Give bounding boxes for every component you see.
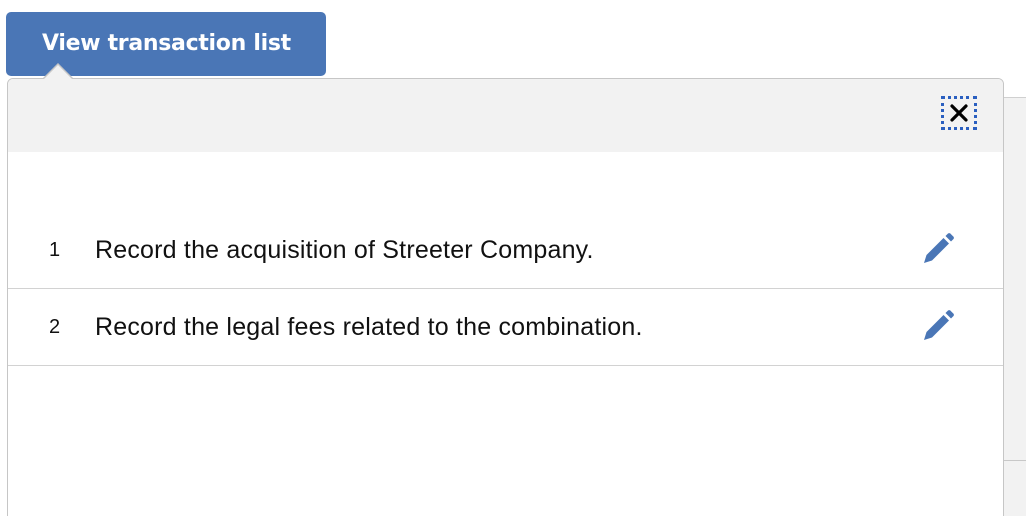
background-panel-edge	[1004, 97, 1026, 516]
transaction-row: 2 Record the legal fees related to the c…	[8, 289, 1003, 366]
transaction-number: 1	[49, 239, 61, 261]
pencil-edit-icon[interactable]	[919, 232, 955, 268]
transaction-description: Record the legal fees related to the com…	[95, 313, 643, 341]
transaction-list: 1 Record the acquisition of Streeter Com…	[8, 212, 1003, 366]
transaction-row: 1 Record the acquisition of Streeter Com…	[8, 212, 1003, 289]
popup-caret-fill	[44, 65, 72, 79]
transaction-list-popup: 1 Record the acquisition of Streeter Com…	[7, 78, 1004, 516]
pencil-edit-icon[interactable]	[919, 309, 955, 345]
popup-header	[8, 79, 1003, 152]
transaction-description: Record the acquisition of Streeter Compa…	[95, 236, 594, 264]
close-button[interactable]	[941, 96, 977, 130]
background-panel-divider	[1004, 460, 1026, 461]
transaction-number: 2	[49, 316, 61, 338]
app-root: View transaction list 1 Record the acqui…	[0, 0, 1026, 516]
close-icon	[950, 104, 968, 122]
